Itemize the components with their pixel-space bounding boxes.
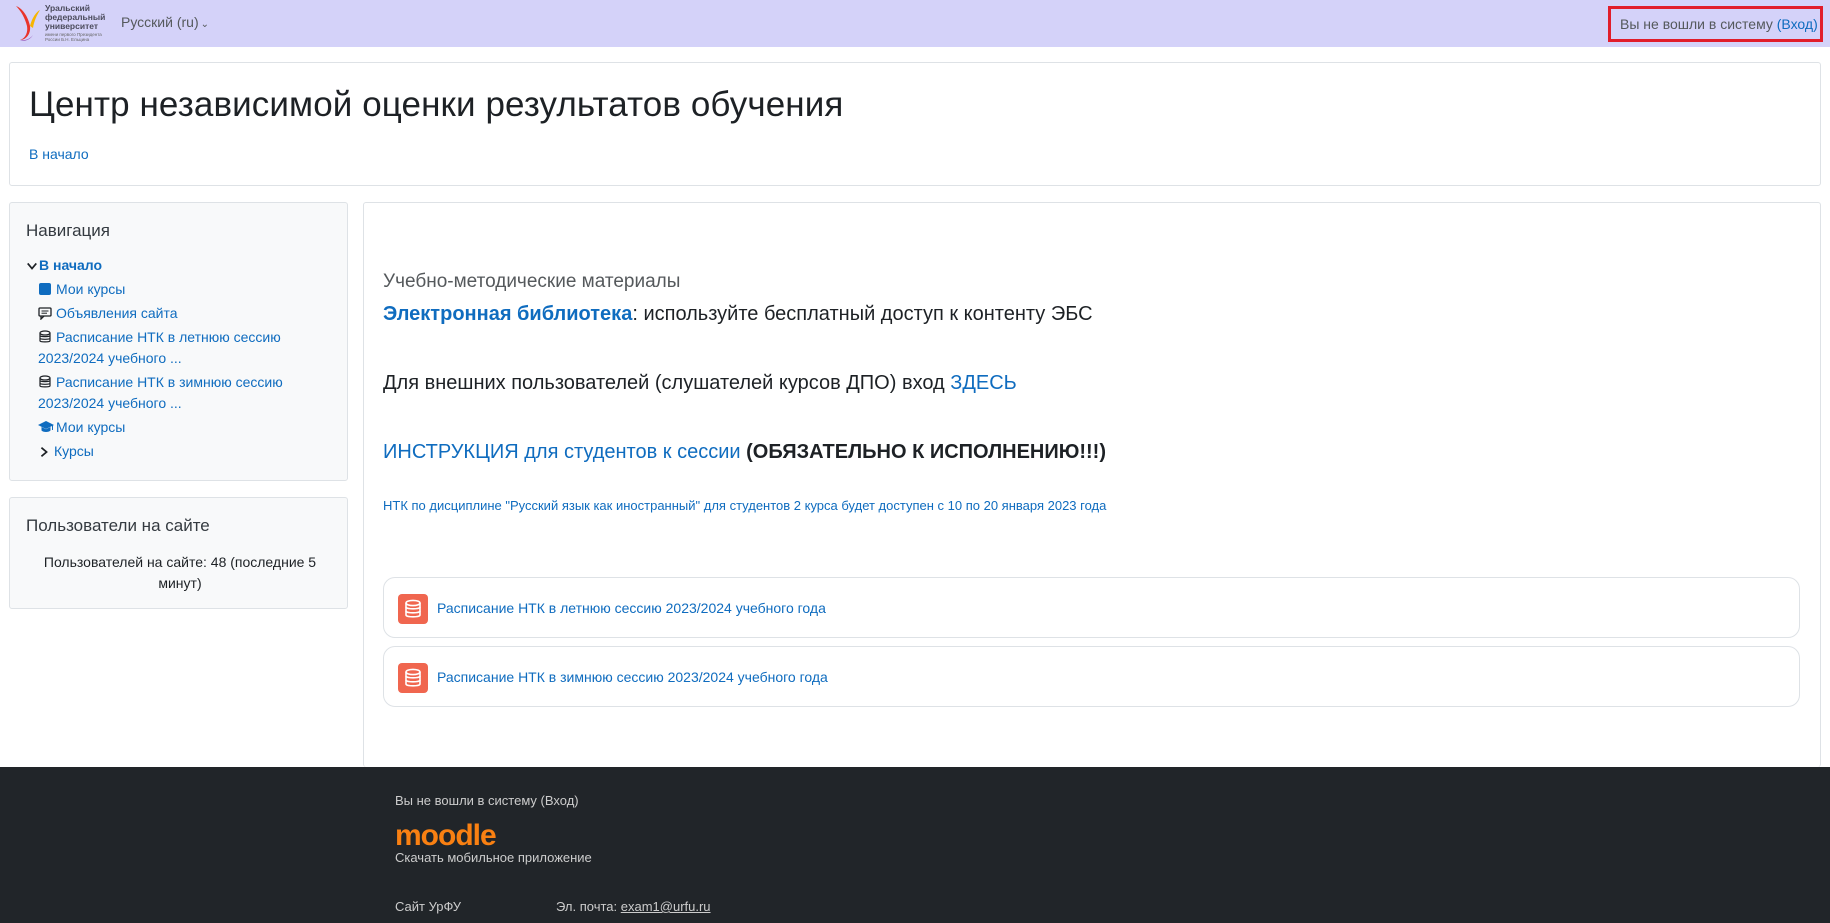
urfu-logo-mark-icon <box>16 6 40 41</box>
database-icon <box>39 330 51 343</box>
instruction-mandatory-text: (ОБЯЗАТЕЛЬНО К ИСПОЛНЕНИЮ!!!) <box>746 441 1106 463</box>
nav-item-winter-schedule[interactable]: Расписание НТК в зимнюю сессию 2023/2024… <box>26 372 336 417</box>
nav-item-site-news[interactable]: Объявления сайта <box>26 303 336 327</box>
activity-winter-schedule[interactable]: Расписание НТК в зимнюю сессию 2023/2024… <box>383 646 1800 707</box>
footer-login-status[interactable]: Вы не вошли в систему (Вход) <box>395 793 579 808</box>
nav-item-label[interactable]: Расписание НТК в летнюю сессию 2023/2024… <box>38 329 281 366</box>
page-title: Центр независимой оценки результатов обу… <box>29 85 844 124</box>
breadcrumb-home-link[interactable]: В начало <box>29 146 89 162</box>
external-users-line: Для внешних пользователей (слушателей ку… <box>383 372 1017 395</box>
nav-item-my-courses-2[interactable]: Мои курсы <box>26 417 336 441</box>
online-users-title: Пользователи на сайте <box>26 516 210 535</box>
email-link[interactable]: exam1@urfu.ru <box>621 899 711 914</box>
nav-item-home[interactable]: В начало <box>26 255 336 279</box>
nav-item-home-label[interactable]: В начало <box>39 257 102 273</box>
external-users-link[interactable]: ЗДЕСЬ <box>950 372 1017 394</box>
language-label: Русский (ru) <box>121 14 199 30</box>
online-users-block: Пользователи на сайте Пользователей на с… <box>9 497 348 609</box>
nav-item-my-courses[interactable]: Мои курсы <box>26 279 336 303</box>
nav-item-label[interactable]: Объявления сайта <box>56 305 178 321</box>
email-label: Эл. почта: <box>556 899 621 914</box>
page-header: Центр независимой оценки результатов обу… <box>9 62 1821 186</box>
external-users-text: Для внешних пользователей (слушателей ку… <box>383 372 951 394</box>
mobile-app-link[interactable]: Скачать мобильное приложение <box>395 850 592 865</box>
database-icon <box>398 594 428 624</box>
chevron-down-icon: ⌄ <box>200 19 209 30</box>
page-footer: Вы не вошли в систему (Вход) moodle Скач… <box>0 767 1830 923</box>
main-content: Учебно-методические материалы Электронна… <box>363 202 1821 767</box>
footer-email: Эл. почта: exam1@urfu.ru <box>556 899 711 914</box>
navigation-tree: В начало Мои курсы Объявления сайта Расп… <box>26 255 336 465</box>
top-navbar: Уральский федеральный университет имени … <box>0 0 1830 47</box>
navigation-block: Навигация В начало Мои курсы Объявления … <box>9 202 348 481</box>
library-link[interactable]: Электронная библиотека <box>383 303 632 325</box>
moodle-logo[interactable]: moodle <box>395 819 497 853</box>
chevron-down-icon <box>27 262 37 270</box>
nav-item-label[interactable]: Мои курсы <box>56 281 125 297</box>
ntk-notice-link[interactable]: НТК по дисциплине "Русский язык как инос… <box>383 498 1106 513</box>
section-title: Учебно-методические материалы <box>383 271 681 292</box>
database-icon <box>39 375 51 388</box>
nav-item-label[interactable]: Мои курсы <box>56 419 125 435</box>
instruction-line: ИНСТРУКЦИЯ для студентов к сессии (ОБЯЗА… <box>383 441 1106 464</box>
login-status-text: Вы не вошли в систему <box>1620 16 1773 32</box>
navigation-block-title: Навигация <box>26 221 110 240</box>
forum-icon <box>38 307 52 320</box>
urfu-site-link[interactable]: Сайт УрФУ <box>395 899 461 914</box>
library-text: : используйте бесплатный доступ к контен… <box>632 303 1093 325</box>
logo-text: Уральский федеральный университет <box>45 3 106 31</box>
activity-label[interactable]: Расписание НТК в летнюю сессию 2023/2024… <box>437 600 826 616</box>
database-icon <box>398 663 428 693</box>
online-users-count: Пользователей на сайте: 48 (последние 5 … <box>43 554 317 591</box>
nav-item-summer-schedule[interactable]: Расписание НТК в летнюю сессию 2023/2024… <box>26 327 336 372</box>
urfu-logo[interactable]: Уральский федеральный университет имени … <box>12 2 107 44</box>
nav-item-label[interactable]: Курсы <box>54 443 94 459</box>
chevron-right-icon <box>40 447 48 457</box>
graduation-cap-icon <box>38 421 54 432</box>
activity-label[interactable]: Расписание НТК в зимнюю сессию 2023/2024… <box>437 669 828 685</box>
moodle-logo-text: moodle <box>395 819 497 852</box>
language-selector[interactable]: Русский (ru) ⌄ <box>121 14 209 30</box>
login-link[interactable]: (Вход) <box>1777 16 1818 32</box>
activity-summer-schedule[interactable]: Расписание НТК в летнюю сессию 2023/2024… <box>383 577 1800 638</box>
nav-item-courses[interactable]: Курсы <box>26 441 336 465</box>
instruction-link[interactable]: ИНСТРУКЦИЯ для студентов к сессии <box>383 441 741 463</box>
square-icon <box>39 283 51 295</box>
nav-item-label[interactable]: Расписание НТК в зимнюю сессию 2023/2024… <box>38 374 283 411</box>
login-status: Вы не вошли в систему (Вход) <box>1608 6 1823 42</box>
library-line: Электронная библиотека: используйте бесп… <box>383 303 1093 326</box>
logo-subtext: имени первого Президента России Б.Н. Ель… <box>45 32 102 42</box>
